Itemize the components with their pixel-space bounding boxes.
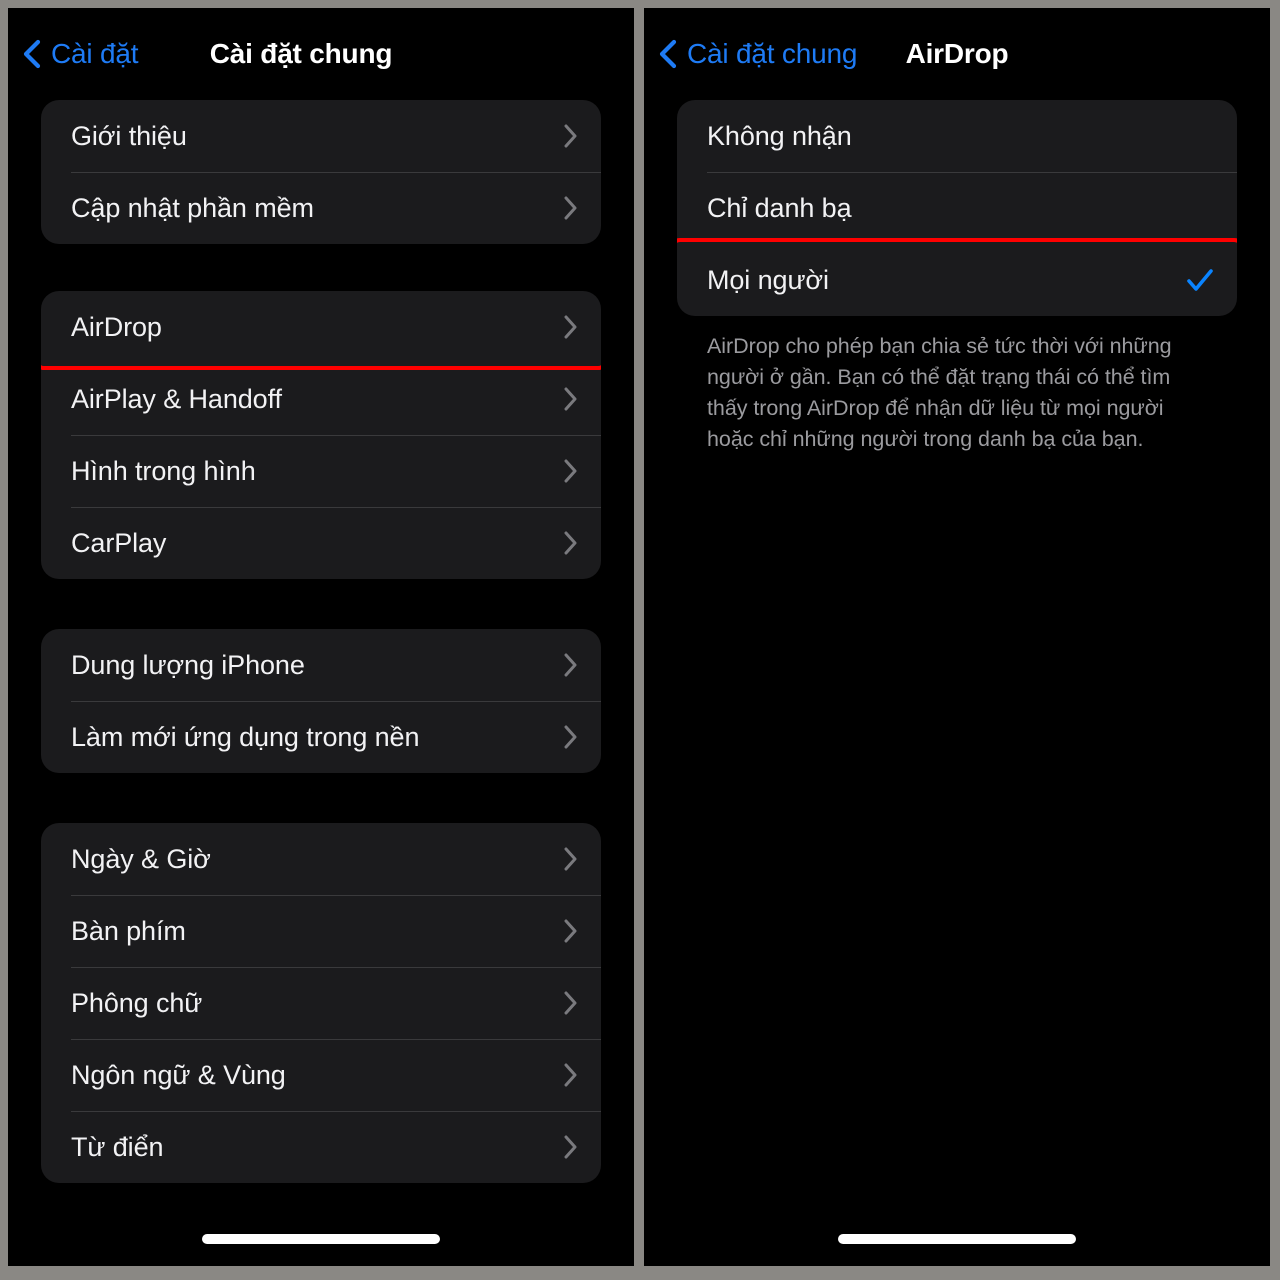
right-navigation-bar: Cài đặt chung AirDrop — [644, 8, 1270, 100]
chevron-right-icon — [563, 652, 579, 678]
row-label: CarPlay — [71, 527, 167, 558]
row-label: AirDrop — [71, 311, 162, 342]
airdrop-option-receiving-off[interactable]: Không nhận — [677, 100, 1237, 172]
settings-group-connectivity: AirDrop AirPlay & Handoff Hình trong hìn… — [41, 291, 601, 579]
chevron-right-icon — [563, 458, 579, 484]
airdrop-option-everyone[interactable]: Mọi người — [677, 244, 1237, 316]
row-label: AirPlay & Handoff — [71, 383, 282, 414]
left-navigation-bar: Cài đặt Cài đặt chung — [8, 8, 634, 100]
settings-row-carplay[interactable]: CarPlay — [41, 507, 601, 579]
left-phone-panel: Cài đặt Cài đặt chung Giới thiệu Cập nhậ… — [8, 8, 634, 1266]
row-label: Giới thiệu — [71, 120, 187, 151]
row-label: Cập nhật phần mềm — [71, 192, 314, 223]
settings-row-picture-in-picture[interactable]: Hình trong hình — [41, 435, 601, 507]
chevron-right-icon — [563, 195, 579, 221]
chevron-right-icon — [563, 314, 579, 340]
settings-group-localization: Ngày & Giờ Bàn phím Phông chữ Ngôn ngữ &… — [41, 823, 601, 1183]
home-indicator — [202, 1234, 440, 1244]
settings-row-software-update[interactable]: Cập nhật phần mềm — [41, 172, 601, 244]
back-button-label: Cài đặt — [51, 38, 139, 69]
chevron-right-icon — [563, 386, 579, 412]
row-label: Bàn phím — [71, 915, 186, 946]
row-label: Ngôn ngữ & Vùng — [71, 1059, 286, 1090]
chevron-right-icon — [563, 530, 579, 556]
home-indicator — [838, 1234, 1076, 1244]
row-label: Phông chữ — [71, 987, 203, 1018]
row-label: Mọi người — [707, 264, 829, 295]
airdrop-option-contacts-only[interactable]: Chỉ danh bạ — [677, 172, 1237, 244]
settings-row-airplay-handoff[interactable]: AirPlay & Handoff — [41, 363, 601, 435]
row-label: Không nhận — [707, 120, 852, 151]
chevron-right-icon — [563, 123, 579, 149]
settings-row-fonts[interactable]: Phông chữ — [41, 967, 601, 1039]
settings-row-keyboard[interactable]: Bàn phím — [41, 895, 601, 967]
chevron-right-icon — [563, 1134, 579, 1160]
settings-row-language-region[interactable]: Ngôn ngữ & Vùng — [41, 1039, 601, 1111]
settings-row-airdrop[interactable]: AirDrop — [41, 291, 601, 363]
back-button-settings[interactable]: Cài đặt — [22, 38, 139, 70]
settings-row-date-time[interactable]: Ngày & Giờ — [41, 823, 601, 895]
settings-row-background-app-refresh[interactable]: Làm mới ứng dụng trong nền — [41, 701, 601, 773]
row-label: Chỉ danh bạ — [707, 192, 852, 223]
screenshot-frame: Cài đặt Cài đặt chung Giới thiệu Cập nhậ… — [0, 0, 1280, 1280]
settings-row-iphone-storage[interactable]: Dung lượng iPhone — [41, 629, 601, 701]
panel-divider — [634, 8, 644, 1266]
row-label: Ngày & Giờ — [71, 843, 211, 874]
settings-group-storage: Dung lượng iPhone Làm mới ứng dụng trong… — [41, 629, 601, 773]
chevron-left-icon — [22, 38, 42, 70]
settings-row-about[interactable]: Giới thiệu — [41, 100, 601, 172]
airdrop-options-list: Không nhận Chỉ danh bạ Mọi người AirDrop… — [644, 100, 1270, 455]
airdrop-row-wrapper: AirDrop — [41, 291, 601, 370]
chevron-right-icon — [563, 1062, 579, 1088]
row-label: Dung lượng iPhone — [71, 649, 305, 680]
settings-group-about: Giới thiệu Cập nhật phần mềm — [41, 100, 601, 244]
checkmark-icon — [1185, 265, 1215, 295]
chevron-left-icon — [658, 38, 678, 70]
back-button-general[interactable]: Cài đặt chung — [658, 38, 857, 70]
airdrop-options-group: Không nhận Chỉ danh bạ Mọi người — [677, 100, 1237, 316]
airdrop-footnote: AirDrop cho phép bạn chia sẻ tức thời vớ… — [707, 334, 1172, 451]
chevron-right-icon — [563, 724, 579, 750]
row-label: Hình trong hình — [71, 455, 256, 486]
row-label: Làm mới ứng dụng trong nền — [71, 721, 420, 752]
chevron-right-icon — [563, 846, 579, 872]
back-button-label: Cài đặt chung — [687, 38, 858, 69]
left-settings-list: Giới thiệu Cập nhật phần mềm AirDrop Air… — [8, 100, 634, 1183]
settings-row-dictionary[interactable]: Từ điển — [41, 1111, 601, 1183]
right-phone-panel: Cài đặt chung AirDrop Không nhận Chỉ dan… — [644, 8, 1270, 1266]
chevron-right-icon — [563, 990, 579, 1016]
chevron-right-icon — [563, 918, 579, 944]
everyone-row-wrapper: Mọi người — [677, 238, 1237, 316]
row-label: Từ điển — [71, 1131, 164, 1162]
